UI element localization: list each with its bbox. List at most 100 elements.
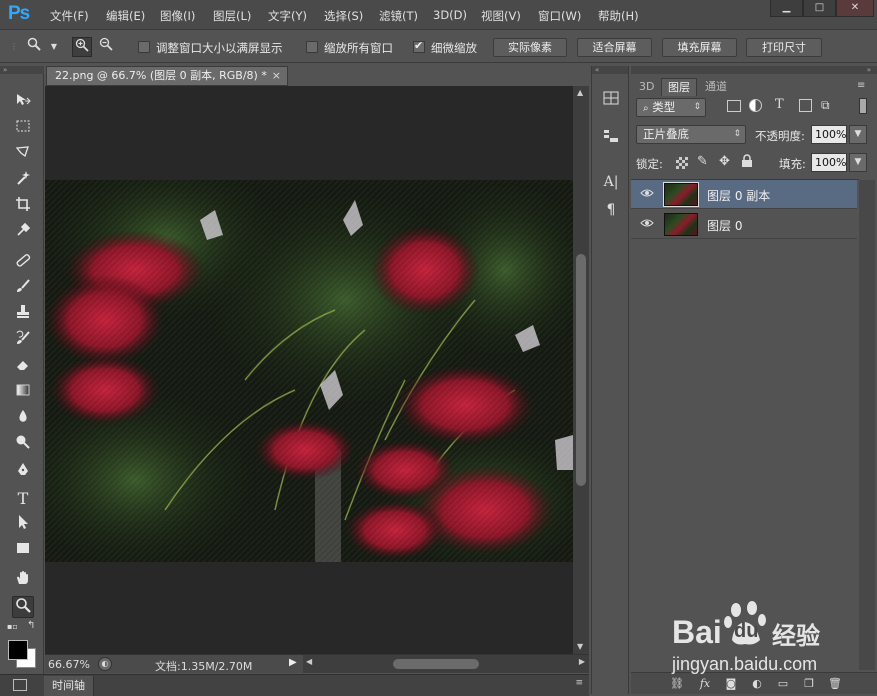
- menu-type[interactable]: 文字(Y): [268, 8, 307, 24]
- status-menu-arrow-icon[interactable]: ▶: [289, 657, 297, 668]
- paragraph-panel-icon[interactable]: ¶: [601, 200, 621, 220]
- type-filter-icon[interactable]: T: [775, 97, 784, 112]
- rectangle-tool-icon[interactable]: [12, 540, 34, 562]
- horizontal-scroll-thumb[interactable]: [393, 659, 479, 669]
- blur-tool-icon[interactable]: [12, 408, 34, 430]
- pen-tool-icon[interactable]: [12, 462, 34, 484]
- document-tab[interactable]: 22.png @ 66.7% (图层 0 副本, RGB/8) * ×: [46, 66, 288, 86]
- lock-brush-icon[interactable]: ✎: [697, 154, 708, 169]
- close-window-button[interactable]: ✕: [836, 0, 874, 17]
- move-tool-icon[interactable]: [12, 92, 34, 114]
- filter-toggle-switch[interactable]: [859, 98, 867, 114]
- character-panel-icon[interactable]: A|: [601, 172, 621, 192]
- scroll-right-icon[interactable]: ▶: [579, 657, 585, 666]
- tab-3d[interactable]: 3D: [633, 78, 660, 96]
- fill-dropdown-button[interactable]: ▼: [849, 153, 867, 172]
- layers-scrollbar[interactable]: [859, 180, 875, 670]
- layer-row-copy[interactable]: 图层 0 副本: [631, 180, 857, 209]
- panel-collapse-icon[interactable]: «: [592, 66, 628, 74]
- foreground-color-swatch[interactable]: [8, 640, 28, 660]
- menu-select[interactable]: 选择(S): [324, 8, 363, 24]
- scrubby-zoom-checkbox[interactable]: [413, 39, 425, 53]
- gradient-tool-icon[interactable]: [12, 382, 34, 404]
- maximize-button[interactable]: □: [803, 0, 836, 17]
- toolbar-collapse-icon[interactable]: »: [0, 66, 44, 74]
- chevron-down-icon[interactable]: ▼: [44, 37, 64, 57]
- zoom-tool-preset-icon[interactable]: [24, 37, 44, 57]
- history-brush-tool-icon[interactable]: [12, 330, 34, 352]
- eye-icon[interactable]: [639, 187, 655, 201]
- menu-edit[interactable]: 编辑(E): [106, 8, 145, 24]
- swap-colors-icon[interactable]: ↰: [27, 620, 35, 631]
- healing-brush-tool-icon[interactable]: [12, 252, 34, 274]
- default-colors-icon[interactable]: ▪▫: [7, 622, 18, 632]
- smart-object-filter-icon[interactable]: ⧉: [821, 98, 835, 112]
- layers-panel-menu-icon[interactable]: ≡: [857, 80, 865, 91]
- zoom-in-icon[interactable]: [72, 37, 92, 57]
- path-selection-tool-icon[interactable]: [12, 514, 34, 536]
- fill-input[interactable]: 100%: [811, 153, 847, 172]
- blend-mode-dropdown[interactable]: 正片叠底 ⇕: [636, 125, 746, 144]
- fill-screen-button[interactable]: 填充屏幕: [662, 38, 737, 57]
- print-size-button[interactable]: 打印尺寸: [746, 38, 822, 57]
- menu-filter[interactable]: 滤镜(T): [379, 8, 418, 24]
- adjustment-layer-icon[interactable]: ◐: [749, 676, 765, 692]
- vertical-scroll-thumb[interactable]: [576, 254, 586, 486]
- menu-view[interactable]: 视图(V): [481, 8, 521, 24]
- delete-layer-icon[interactable]: 🗑: [827, 676, 843, 692]
- vertical-scrollbar[interactable]: ▲ ▼: [573, 86, 589, 654]
- magic-wand-tool-icon[interactable]: [12, 170, 34, 192]
- lock-transparent-icon[interactable]: [676, 157, 688, 169]
- tab-timeline[interactable]: 时间轴: [44, 676, 94, 696]
- add-mask-icon[interactable]: ◙: [723, 676, 739, 692]
- actual-pixels-button[interactable]: 实际像素: [493, 38, 567, 57]
- tab-channels[interactable]: 通道: [699, 78, 733, 96]
- opacity-dropdown-button[interactable]: ▼: [849, 125, 867, 144]
- scroll-left-icon[interactable]: ◀: [306, 657, 312, 666]
- scroll-down-icon[interactable]: ▼: [577, 642, 583, 651]
- lasso-tool-icon[interactable]: [12, 144, 34, 166]
- adjustment-filter-icon[interactable]: [749, 99, 762, 112]
- zoom-tool-icon[interactable]: [12, 596, 34, 618]
- menu-help[interactable]: 帮助(H): [598, 8, 639, 24]
- eraser-tool-icon[interactable]: [12, 356, 34, 378]
- menu-image[interactable]: 图像(I): [160, 8, 195, 24]
- close-tab-icon[interactable]: ×: [272, 67, 281, 85]
- layer-row-base[interactable]: 图层 0: [631, 210, 857, 239]
- shape-filter-icon[interactable]: [799, 99, 812, 112]
- new-group-icon[interactable]: ▭: [775, 676, 791, 692]
- eyedropper-tool-icon[interactable]: [12, 222, 34, 244]
- layer-style-fx-icon[interactable]: fx: [697, 676, 713, 692]
- minimize-button[interactable]: ▁: [770, 0, 803, 17]
- brush-tool-icon[interactable]: [12, 278, 34, 300]
- image-canvas[interactable]: [45, 180, 573, 562]
- timeline-menu-icon[interactable]: ≡: [575, 678, 583, 688]
- filter-kind-dropdown[interactable]: ⌕ 类型 ⇕: [636, 98, 706, 117]
- eye-icon[interactable]: [639, 217, 655, 231]
- hand-tool-icon[interactable]: [12, 570, 34, 592]
- dodge-tool-icon[interactable]: [12, 434, 34, 456]
- scroll-up-icon[interactable]: ▲: [577, 88, 583, 97]
- crop-tool-icon[interactable]: [12, 196, 34, 218]
- horizontal-scrollbar[interactable]: ◀ ▶: [303, 655, 589, 673]
- new-layer-icon[interactable]: ❐: [801, 676, 817, 692]
- marquee-tool-icon[interactable]: [12, 118, 34, 140]
- menu-layer[interactable]: 图层(L): [213, 8, 251, 24]
- lock-position-icon[interactable]: ✥: [719, 154, 730, 169]
- resize-windows-checkbox[interactable]: [138, 41, 150, 53]
- actions-panel-icon[interactable]: [601, 128, 621, 148]
- link-layers-icon[interactable]: ⛓: [669, 676, 685, 692]
- history-panel-icon[interactable]: [601, 90, 621, 110]
- opacity-input[interactable]: 100%: [811, 125, 847, 144]
- layers-collapse-icon[interactable]: »: [631, 66, 877, 74]
- menu-3d[interactable]: 3D(D): [433, 8, 467, 22]
- status-info-icon[interactable]: ◐: [98, 657, 112, 671]
- zoom-level[interactable]: 66.67%: [48, 658, 90, 671]
- menu-window[interactable]: 窗口(W): [538, 8, 581, 24]
- type-tool-icon[interactable]: T: [12, 488, 34, 510]
- fit-screen-button[interactable]: 适合屏幕: [577, 38, 652, 57]
- canvas-area[interactable]: [45, 86, 573, 654]
- zoom-all-checkbox[interactable]: [306, 41, 318, 53]
- zoom-out-icon[interactable]: [96, 37, 116, 57]
- tab-layers[interactable]: 图层: [661, 78, 697, 96]
